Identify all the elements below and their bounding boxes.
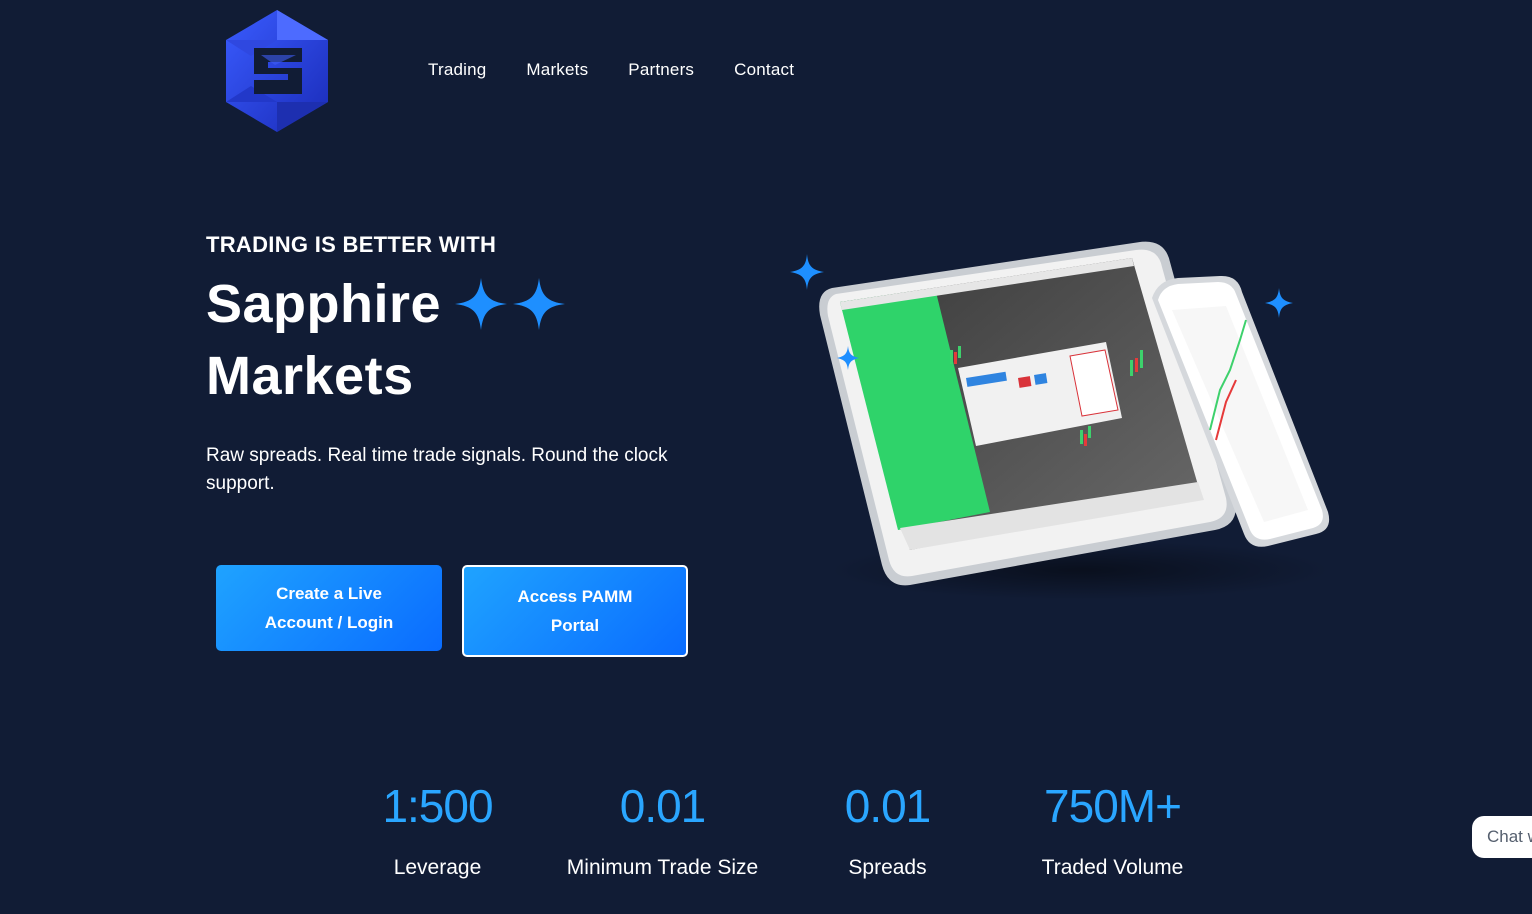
stat-min-trade-size: 0.01 Minimum Trade Size [550,778,775,880]
stat-value: 750M+ [1044,780,1182,832]
hero-headline: Sapphire Markets [206,268,566,412]
stat-label: Traded Volume [1041,856,1184,879]
sparkle-icon [455,278,508,330]
chat-widget-button[interactable]: Chat w [1472,816,1532,858]
create-live-account-button[interactable]: Create a Live Account / Login [216,565,442,651]
stat-label: Leverage [393,856,482,879]
nav-item-trading[interactable]: Trading [428,60,486,80]
hero-tagline: Raw spreads. Real time trade signals. Ro… [206,445,668,494]
nav-item-contact[interactable]: Contact [734,60,794,80]
stat-value: 1:500 [382,780,493,832]
hero-eyebrow: TRADING IS BETTER WITH [206,232,497,257]
sparkle-icon [513,278,566,330]
sapphire-logo-icon[interactable] [226,10,328,132]
stat-leverage: 1:500 Leverage [325,778,550,880]
stat-traded-volume: 750M+ Traded Volume [1000,778,1225,880]
headline-line1: Sapphire [206,274,442,334]
stat-value: 0.01 [619,780,707,832]
access-pamm-portal-button[interactable]: Access PAMM Portal [462,565,688,657]
trading-platform-devices-image [780,230,1350,610]
stat-label: Minimum Trade Size [566,856,759,879]
stats-row: 1:500 Leverage 0.01 Minimum Trade Size 0… [325,778,1225,880]
stat-value: 0.01 [844,780,932,832]
stat-label: Spreads [848,856,927,879]
stat-spreads: 0.01 Spreads [775,778,1000,880]
nav-item-partners[interactable]: Partners [628,60,694,80]
headline-line2: Markets [206,346,414,406]
sparkles [455,278,566,330]
main-nav: Trading Markets Partners Contact [428,60,794,80]
nav-item-markets[interactable]: Markets [526,60,588,80]
landing-page: Trading Markets Partners Contact TRADING… [0,0,1532,914]
